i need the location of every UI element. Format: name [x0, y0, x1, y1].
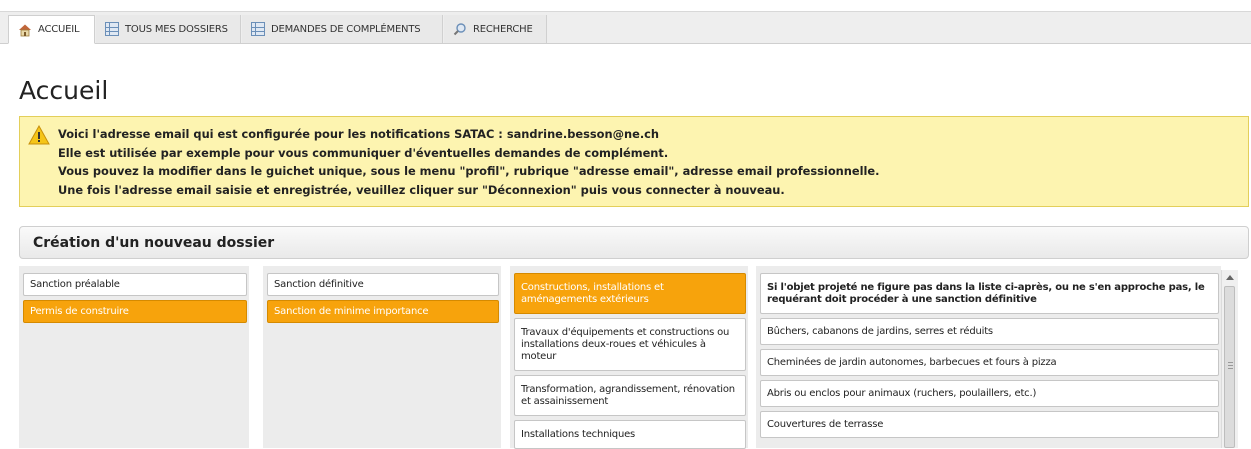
option-abris-animaux[interactable]: Abris ou enclos pour animaux (ruchers, p…	[760, 380, 1219, 407]
option-label: Bûchers, cabanons de jardins, serres et …	[767, 325, 993, 337]
tab-bar: ACCUEIL TOUS MES DOSSIERS DEMANDES DE CO…	[0, 11, 1251, 44]
option-label: Cheminées de jardin autonomes, barbecues…	[767, 356, 1057, 368]
option-couvertures-terrasse[interactable]: Couvertures de terrasse	[760, 411, 1219, 438]
scroll-thumb[interactable]	[1224, 286, 1235, 448]
option-permis-de-construire[interactable]: Permis de construire	[23, 300, 247, 323]
tab-demandes-de-complements[interactable]: DEMANDES DE COMPLÉMENTS	[242, 15, 443, 43]
column-sanction: Sanction définitive Sanction de minime i…	[263, 266, 501, 448]
option-installations-techniques[interactable]: Installations techniques	[514, 420, 746, 449]
option-sanction-definitive-info[interactable]: Si l'objet projeté ne figure pas dans la…	[760, 273, 1219, 314]
page-title: Accueil	[19, 76, 109, 105]
option-sanction-prealable[interactable]: Sanction préalable	[23, 273, 247, 296]
option-sanction-minime-importance[interactable]: Sanction de minime importance	[267, 300, 499, 323]
option-sanction-definitive[interactable]: Sanction définitive	[267, 273, 499, 296]
option-label: Sanction définitive	[274, 278, 364, 290]
scroll-up-arrow-icon[interactable]	[1222, 270, 1238, 284]
creation-panel-header: Création d'un nouveau dossier	[19, 226, 1249, 259]
tab-recherche[interactable]: RECHERCHE	[444, 15, 547, 43]
option-label: Abris ou enclos pour animaux (ruchers, p…	[767, 387, 1037, 399]
tab-label: RECHERCHE	[473, 23, 533, 35]
notice-line: Vous pouvez la modifier dans le guichet …	[58, 164, 880, 178]
option-transformation[interactable]: Transformation, agrandissement, rénovati…	[514, 375, 746, 416]
search-icon	[453, 22, 467, 36]
grid-icon	[105, 22, 119, 36]
option-label: Transformation, agrandissement, rénovati…	[521, 383, 735, 407]
option-label: Constructions, installations et aménagem…	[521, 281, 664, 305]
tab-accueil[interactable]: ACCUEIL	[8, 15, 95, 44]
column-objets: Si l'objet projeté ne figure pas dans la…	[756, 266, 1221, 448]
grid-icon	[251, 22, 265, 36]
tab-label: TOUS MES DOSSIERS	[125, 23, 228, 35]
notice-line: Une fois l'adresse email saisie et enreg…	[58, 182, 785, 197]
list-scrollbar[interactable]	[1221, 270, 1238, 448]
option-constructions-exterieures[interactable]: Constructions, installations et aménagem…	[514, 273, 746, 314]
option-buchers-cabanons[interactable]: Bûchers, cabanons de jardins, serres et …	[760, 318, 1219, 345]
option-label: Si l'objet projeté ne figure pas dans la…	[767, 281, 1205, 305]
top-strip	[0, 0, 1251, 11]
column-categorie: Constructions, installations et aménagem…	[510, 266, 748, 449]
column-procedure: Sanction préalable Permis de construire	[19, 266, 249, 448]
email-notice: Voici l'adresse email qui est configurée…	[19, 116, 1249, 207]
notice-line: Elle est utilisée par exemple pour vous …	[58, 145, 669, 160]
tab-label: ACCUEIL	[38, 24, 80, 35]
home-icon	[18, 23, 32, 37]
tab-tous-mes-dossiers[interactable]: TOUS MES DOSSIERS	[96, 15, 241, 43]
grip-icon	[1228, 362, 1233, 369]
panel-title: Création d'un nouveau dossier	[33, 234, 275, 251]
tab-label: DEMANDES DE COMPLÉMENTS	[271, 23, 421, 35]
option-travaux-equipements[interactable]: Travaux d'équipements et constructions o…	[514, 318, 746, 371]
notice-line: Voici l'adresse email qui est configurée…	[58, 127, 660, 141]
option-label: Couvertures de terrasse	[767, 418, 884, 430]
option-label: Sanction de minime importance	[274, 305, 429, 317]
option-label: Travaux d'équipements et constructions o…	[521, 326, 730, 362]
option-label: Installations techniques	[521, 428, 636, 440]
option-cheminees-barbecues[interactable]: Cheminées de jardin autonomes, barbecues…	[760, 349, 1219, 376]
warning-icon	[28, 124, 50, 145]
option-label: Permis de construire	[30, 305, 129, 317]
option-label: Sanction préalable	[30, 278, 120, 290]
